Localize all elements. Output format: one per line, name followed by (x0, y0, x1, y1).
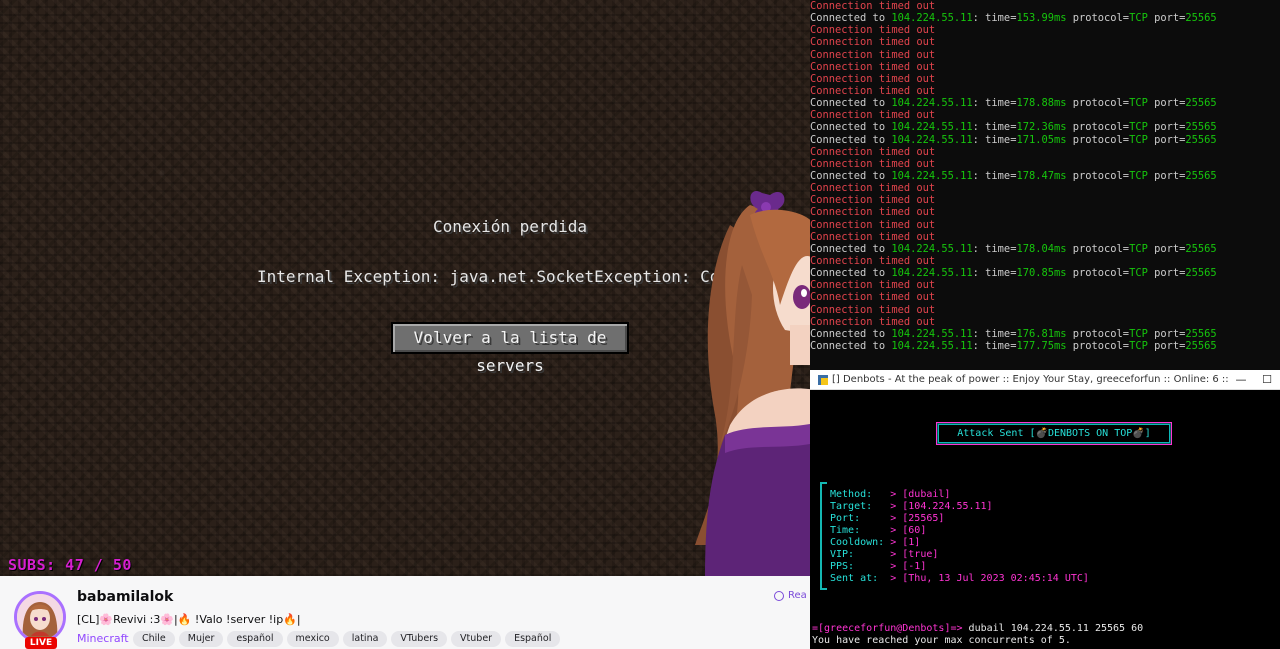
connected-line: Connected to 104.224.55.11: time=170.85m… (810, 267, 1217, 280)
timeout-line: Connection timed out (810, 182, 936, 195)
attack-sent-banner: Attack Sent [💣DENBOTS ON TOP💣] (936, 422, 1172, 445)
react-button[interactable]: Rea (774, 590, 807, 601)
field-value: > [-1] (890, 561, 927, 572)
connected-line: Connected to 104.224.55.11: time=176.81m… (810, 327, 1217, 340)
attack-field-row: VIP: > [true] (830, 549, 938, 560)
connected-line: Connected to 104.224.55.11: time=177.75m… (810, 339, 1217, 352)
connected-line: Connected to 104.224.55.11: time=172.36m… (810, 121, 1217, 134)
timeout-line: Connection timed out (810, 36, 936, 49)
field-value: > [1] (890, 537, 921, 548)
field-value: > [Thu, 13 Jul 2023 02:45:14 UTC] (890, 573, 1089, 584)
command-response: You have reached your max concurrents of… (812, 635, 1071, 646)
attack-field-row: Method: > [dubail] (830, 489, 950, 500)
stream-tag[interactable]: Mujer (178, 631, 224, 647)
field-key: Port: (830, 513, 891, 524)
timeout-line: Connection timed out (810, 303, 936, 316)
timeout-line: Connection timed out (810, 279, 936, 292)
field-key: VIP: (830, 549, 891, 560)
react-label: Rea (788, 590, 807, 601)
streamer-name[interactable]: babamilalok (77, 589, 173, 605)
field-value: > [60] (890, 525, 927, 536)
denbots-window: [] Denbots - At the peak of power :: Enj… (810, 370, 1280, 649)
vtuber-avatar (695, 190, 810, 576)
window-titlebar[interactable]: [] Denbots - At the peak of power :: Enj… (810, 370, 1280, 390)
stream-tag[interactable]: latina (342, 631, 388, 647)
tag-list: Chile Mujer español mexico latina VTubers Vtub… (133, 631, 561, 647)
connected-line: Connected to 104.224.55.11: time=171.05m… (810, 133, 1217, 146)
field-key: PPS: (830, 561, 891, 572)
shell-prompt: =[greeceforfun@Denbots]=> (812, 623, 969, 634)
timeout-line: Connection timed out (810, 315, 936, 328)
live-badge: LIVE (25, 637, 57, 649)
field-value: > [25565] (890, 513, 945, 524)
command-text: dubail 104.224.55.11 25565 60 (968, 623, 1144, 634)
maximize-icon[interactable]: ☐ (1254, 373, 1280, 386)
connected-line: Connected to 104.224.55.11: time=153.99m… (810, 12, 1217, 25)
category-link[interactable]: Minecraft (77, 632, 129, 645)
field-key: Time: (830, 525, 891, 536)
disconnect-title: Conexión perdida (432, 217, 588, 236)
timeout-line: Connection timed out (810, 230, 936, 243)
timeout-line: Connection timed out (810, 48, 936, 61)
stream-tag[interactable]: Vtuber (451, 631, 502, 647)
connected-line: Connected to 104.224.55.11: time=178.88m… (810, 97, 1217, 110)
python-icon (818, 374, 828, 385)
smile-icon (774, 590, 784, 601)
window-title: [] Denbots - At the peak of power :: Enj… (832, 374, 1228, 385)
timeout-line: Connection timed out (810, 157, 936, 170)
timeout-line: Connection timed out (810, 194, 936, 207)
timeout-line: Connection timed out (810, 254, 936, 267)
attack-field-row: Target: > [104.224.55.11] (830, 501, 993, 512)
field-value: > [104.224.55.11] (890, 501, 993, 512)
timeout-line: Connection timed out (810, 24, 936, 37)
attack-field-row: Cooldown: > [1] (830, 537, 920, 548)
timeout-line: Connection timed out (810, 0, 936, 12)
command-line[interactable]: =[greeceforfun@Denbots]=> dubail 104.224… (812, 623, 1143, 634)
stream-tag[interactable]: español (227, 631, 283, 647)
game-view: Conexión perdida Internal Exception: jav… (0, 0, 810, 576)
streamer-avatar[interactable] (14, 591, 66, 643)
stream-tag[interactable]: Chile (133, 631, 175, 647)
timeout-line: Connection timed out (810, 72, 936, 85)
connected-line: Connected to 104.224.55.11: time=178.04m… (810, 242, 1217, 255)
back-to-servers-button[interactable]: Volver a la lista de servers (391, 322, 629, 375)
attack-field-row: Sent at: > [Thu, 13 Jul 2023 02:45:14 UT… (830, 573, 1089, 584)
field-value: > [dubail] (890, 489, 951, 500)
ping-terminal: Connection timed out Connected to 104.224… (810, 0, 1280, 370)
field-key: Target: (830, 501, 891, 512)
minimize-icon[interactable]: — (1228, 373, 1254, 386)
stream-tag[interactable]: mexico (286, 631, 339, 647)
stream-tag[interactable]: VTubers (391, 631, 448, 647)
timeout-line: Connection timed out (810, 145, 936, 158)
timeout-line: Connection timed out (810, 60, 936, 73)
timeout-line: Connection timed out (810, 291, 936, 304)
connected-line: Connected to 104.224.55.11: time=178.47m… (810, 169, 1217, 182)
attack-field-row: Port: > [25565] (830, 513, 944, 524)
stream-tag[interactable]: Español (505, 631, 561, 647)
timeout-line: Connection timed out (810, 218, 936, 231)
timeout-line: Connection timed out (810, 84, 936, 97)
attack-info-panel: Method: > [dubail] Target: > [104.224.55.… (820, 482, 1122, 590)
subs-counter: SUBS: 47 / 50 (8, 556, 132, 574)
timeout-line: Connection timed out (810, 206, 936, 219)
field-value: > [true] (890, 549, 939, 560)
field-key: Method: (830, 489, 891, 500)
field-key: Cooldown: (830, 537, 891, 548)
timeout-line: Connection timed out (810, 109, 936, 122)
attack-field-row: PPS: > [-1] (830, 561, 926, 572)
avatar-image (17, 594, 63, 640)
attack-field-row: Time: > [60] (830, 525, 926, 536)
field-key: Sent at: (830, 573, 891, 584)
stream-title: [CL]🌸Revivi :3🌸|🔥 !Valo !server !ip🔥| (77, 613, 301, 626)
